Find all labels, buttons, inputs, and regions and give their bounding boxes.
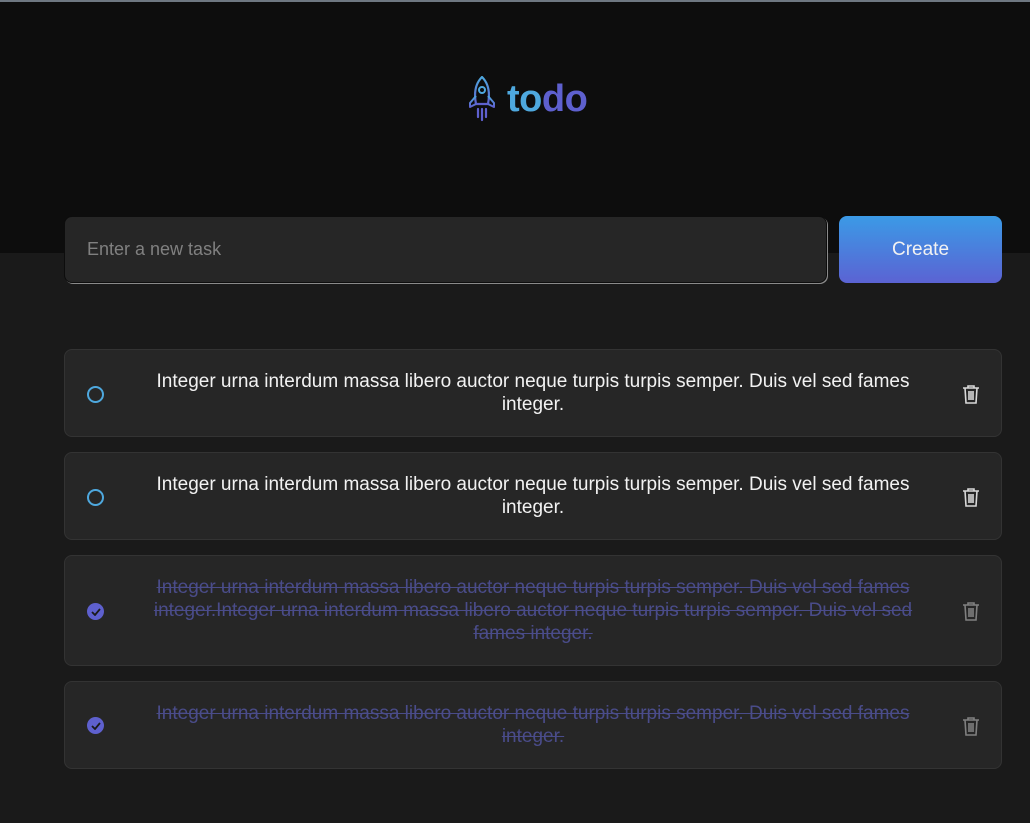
task-text: Integer urna interdum massa libero aucto… [156,474,910,518]
new-task-input[interactable] [64,216,827,283]
app-title: todo [507,76,588,122]
trash-icon[interactable] [962,716,980,736]
trash-icon[interactable] [962,384,980,404]
task-item: Integer urna interdum massa libero aucto… [64,349,1002,437]
task-toggle-circle[interactable] [87,489,104,506]
task-checked-circle[interactable] [87,717,104,734]
check-icon [90,721,101,730]
create-button[interactable]: Create [839,216,1002,283]
task-item-completed: Integer urna interdum massa libero aucto… [64,555,1002,666]
task-text: Integer urna interdum massa libero aucto… [156,703,910,747]
app-title-part2: do [541,78,588,120]
check-icon [90,607,101,616]
rocket-icon [467,76,497,122]
task-checked-circle[interactable] [87,603,104,620]
app-logo: todo [467,76,588,122]
trash-icon[interactable] [962,601,980,621]
trash-icon[interactable] [962,487,980,507]
task-toggle-circle[interactable] [87,386,104,403]
task-text: Integer urna interdum massa libero aucto… [156,371,910,415]
app-title-part1: to [507,78,542,120]
task-item: Integer urna interdum massa libero aucto… [64,452,1002,540]
task-text: Integer urna interdum massa libero aucto… [153,577,913,644]
task-item-completed: Integer urna interdum massa libero aucto… [64,681,1002,769]
